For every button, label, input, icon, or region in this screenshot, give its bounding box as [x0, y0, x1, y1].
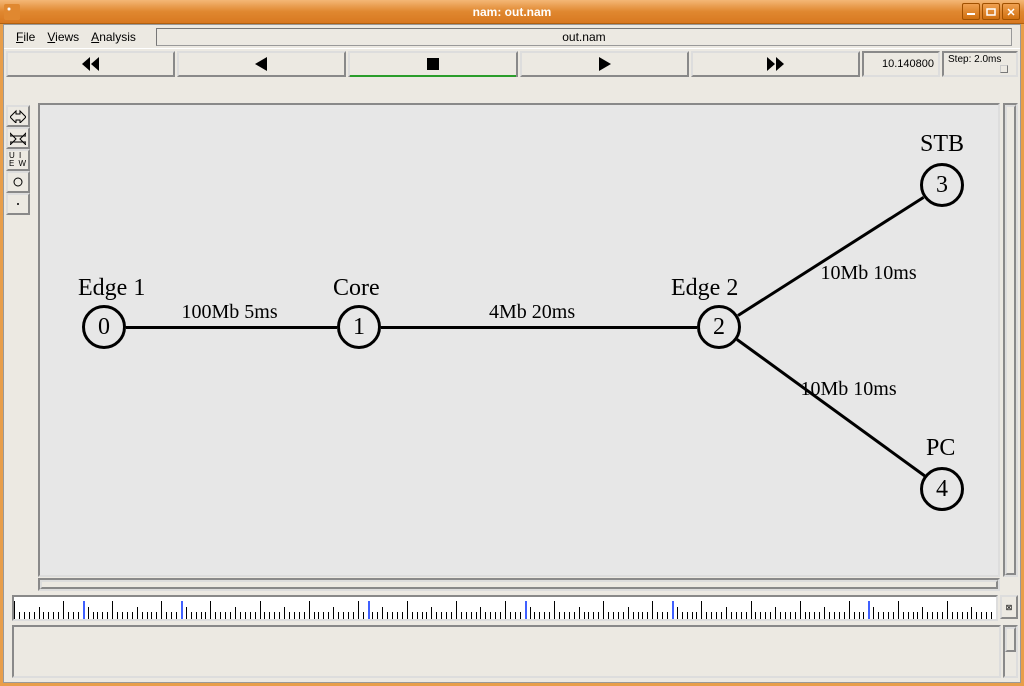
play-back-button[interactable]	[177, 51, 346, 77]
playback-toolbar: 10.140800 Step: 2.0ms	[4, 49, 1020, 79]
node-label: STB	[920, 131, 964, 158]
stop-button[interactable]	[348, 51, 517, 77]
canvas-vscroll[interactable]	[1003, 103, 1018, 577]
circle-tool-button[interactable]	[6, 171, 30, 193]
canvas-hscroll[interactable]	[38, 578, 1000, 591]
time-display: 10.140800	[862, 51, 940, 77]
menu-file[interactable]: File	[12, 28, 39, 46]
filename-display: out.nam	[156, 28, 1012, 46]
step-box: Step: 2.0ms	[942, 51, 1018, 77]
menu-analysis[interactable]: Analysis	[87, 28, 140, 46]
link	[736, 339, 925, 478]
minimize-button[interactable]	[962, 3, 980, 20]
node-1[interactable]: 1	[337, 305, 381, 349]
progress-indicator	[350, 75, 515, 77]
side-toolbar: U IE W	[4, 103, 32, 591]
timeline-close-button[interactable]: ⊠	[1000, 595, 1018, 619]
rewind-icon	[82, 57, 100, 71]
stop-icon	[427, 58, 439, 70]
link-label: 10Mb 10ms	[821, 262, 917, 285]
timeline-ruler[interactable]	[12, 595, 998, 621]
main-row: U IE W 100Mb 5ms 4Mb 20ms 10Mb 10ms 10Mb 10…	[4, 103, 1020, 591]
close-button[interactable]	[1002, 3, 1020, 20]
app-body: File Views Analysis out.nam 10.140800 St…	[3, 24, 1021, 683]
link-label: 100Mb 5ms	[182, 301, 278, 324]
log-vscroll[interactable]	[1003, 625, 1018, 678]
node-label: Edge 2	[671, 275, 738, 302]
link	[126, 326, 337, 329]
node-label: Core	[333, 275, 380, 302]
zoom-in-icon	[10, 109, 26, 123]
window-title: nam: out.nam	[473, 5, 552, 19]
node-label: Edge 1	[78, 275, 145, 302]
topology-canvas[interactable]: 100Mb 5ms 4Mb 20ms 10Mb 10ms 10Mb 10ms 0 Edge…	[38, 103, 1000, 577]
step-label: Step: 2.0ms	[948, 54, 1001, 65]
rewind-button[interactable]	[6, 51, 175, 77]
node-3[interactable]: 3	[920, 163, 964, 207]
menu-views[interactable]: Views	[43, 28, 83, 46]
point-tool-button[interactable]	[6, 193, 30, 215]
link-label: 4Mb 20ms	[489, 301, 575, 324]
timeline-row: ⊠	[4, 593, 1020, 623]
link	[737, 196, 924, 317]
node-4[interactable]: 4	[920, 467, 964, 511]
zoom-in-button[interactable]	[6, 105, 30, 127]
link-label: 10Mb 10ms	[801, 378, 897, 401]
play-forward-button[interactable]	[520, 51, 689, 77]
menubar: File Views Analysis out.nam	[4, 25, 1020, 49]
app-icon	[4, 4, 20, 20]
node-label: PC	[926, 435, 955, 462]
view-button[interactable]: U IE W	[6, 149, 30, 171]
canvas-wrap: 100Mb 5ms 4Mb 20ms 10Mb 10ms 10Mb 10ms 0 Edge…	[32, 103, 1020, 591]
node-0[interactable]: 0	[82, 305, 126, 349]
fast-forward-icon	[766, 57, 784, 71]
step-slider[interactable]	[948, 65, 1012, 73]
play-icon	[597, 57, 611, 71]
log-area[interactable]	[12, 625, 1001, 678]
node-2[interactable]: 2	[697, 305, 741, 349]
maximize-button[interactable]	[982, 3, 1000, 20]
zoom-out-button[interactable]	[6, 127, 30, 149]
play-back-icon	[255, 57, 269, 71]
log-row	[4, 623, 1020, 680]
titlebar: nam: out.nam	[0, 0, 1024, 24]
link	[381, 326, 697, 329]
fast-forward-button[interactable]	[691, 51, 860, 77]
zoom-out-icon	[10, 131, 26, 145]
